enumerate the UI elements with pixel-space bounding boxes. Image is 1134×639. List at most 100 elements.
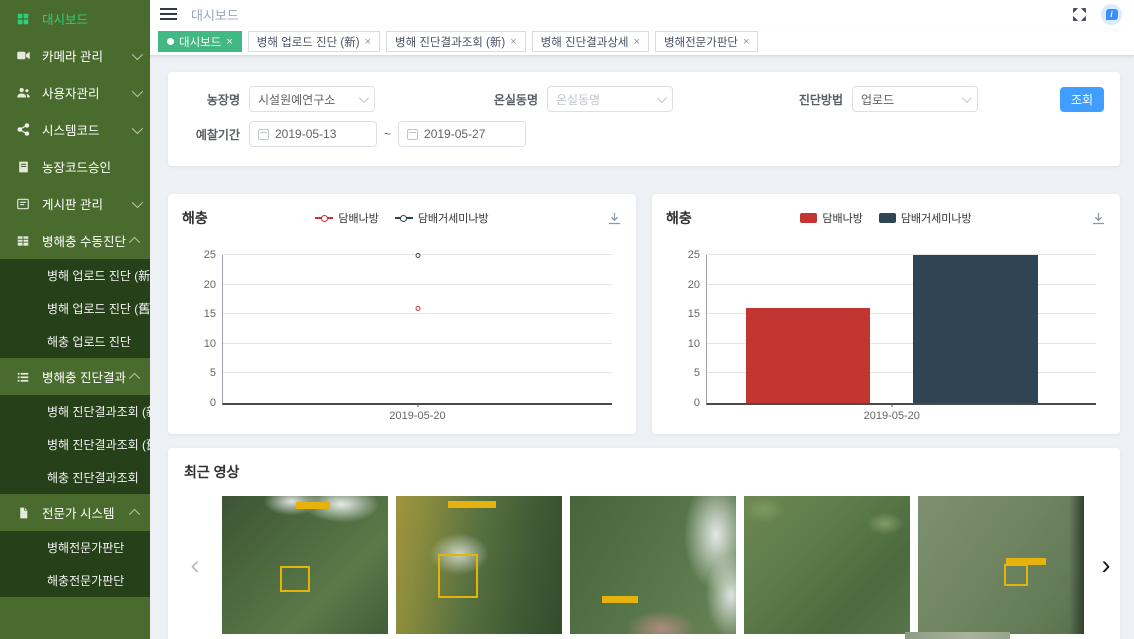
y-axis-tick: 0 [673, 397, 700, 409]
y-axis-tick: 20 [189, 279, 216, 291]
chevron-up-icon [129, 508, 140, 519]
sidebar-subitem-pest-upload[interactable]: 해충 업로드 진단 [0, 325, 150, 358]
tab-diagnosis-detail[interactable]: 병해 진단결과상세 × [532, 31, 649, 52]
download-icon[interactable] [607, 211, 622, 226]
legend-marker-icon [879, 213, 896, 223]
download-icon[interactable] [1091, 211, 1106, 226]
close-icon[interactable]: × [226, 36, 232, 48]
sidebar-item-label: 사용자관리 [42, 83, 100, 102]
legend-item[interactable]: 담배거세미나방 [395, 210, 489, 226]
data-point-담배나방[interactable] [415, 306, 420, 311]
sidebar-item-label: 농장코드승인 [42, 157, 111, 176]
crop-photo-2[interactable] [396, 496, 562, 634]
breadcrumb: 대시보드 [191, 5, 239, 24]
sidebar-item-user-management[interactable]: 사용자관리 [0, 74, 150, 111]
sidebar-item-system-code[interactable]: 시스템코드 [0, 111, 150, 148]
prev-arrow-icon[interactable]: ‹ [168, 496, 222, 634]
close-icon[interactable]: × [510, 36, 516, 48]
sidebar-subitem-pest-expert[interactable]: 해충전문가판단 [0, 564, 150, 597]
y-axis-tick: 5 [189, 367, 216, 379]
legend-marker-icon [315, 217, 333, 219]
chevron-down-icon [962, 93, 972, 103]
sidebar-subitem-disease-expert[interactable]: 병해전문가판단 [0, 531, 150, 564]
pest-scatter-chart-card: 해충 담배나방담배거세미나방 05101520252019-05-20 [168, 194, 636, 434]
recent-images-panel: 최근 영상 ‹ [168, 448, 1120, 639]
active-dot-icon [167, 38, 174, 45]
expert-system-icon [15, 505, 31, 521]
close-icon[interactable]: × [743, 36, 749, 48]
diagnosis-method-select[interactable]: 업로드 [852, 86, 978, 112]
tab-disease-upload-new[interactable]: 병해 업로드 진단 (新) × [248, 31, 380, 52]
close-icon[interactable]: × [365, 36, 371, 48]
legend-marker-icon [800, 213, 817, 223]
sidebar-item-label: 전문가 시스템 [42, 503, 114, 522]
chat-info-icon[interactable]: i [1101, 4, 1122, 25]
crop-photo-5[interactable] [918, 496, 1084, 634]
crop-photo-4[interactable] [744, 496, 910, 634]
main-area: 대시보드 i 대시보드 × 병해 업로드 진단 (新) × 병해 진단결과조회 … [150, 0, 1134, 639]
sidebar-submenu-diagnosis-results: 병해 진단결과조회 (新) 병해 진단결과조회 (舊) 해충 진단결과조회 [0, 395, 150, 494]
y-axis-tick: 10 [673, 338, 700, 350]
chevron-down-icon [132, 122, 143, 133]
y-axis-tick: 0 [189, 397, 216, 409]
tab-disease-expert[interactable]: 병해전문가판단 × [655, 31, 759, 52]
survey-period-label: 예찰기간 [184, 126, 240, 143]
dashboard-icon [15, 11, 31, 27]
sidebar-subitem-disease-results-new[interactable]: 병해 진단결과조회 (新) [0, 395, 150, 428]
hamburger-menu-icon[interactable] [160, 8, 177, 20]
crop-photo-1[interactable] [222, 496, 388, 634]
camera-icon [15, 48, 31, 64]
calendar-icon [258, 129, 269, 140]
sidebar-subitem-disease-upload-old[interactable]: 병해 업로드 진단 (舊) [0, 292, 150, 325]
tab-disease-results-new[interactable]: 병해 진단결과조회 (新) × [386, 31, 526, 52]
sidebar-subitem-disease-upload-new[interactable]: 병해 업로드 진단 (新) [0, 259, 150, 292]
y-axis-tick: 20 [673, 279, 700, 291]
calendar-icon [407, 129, 418, 140]
date-to-input[interactable]: 2019-05-27 [398, 121, 526, 147]
legend-item[interactable]: 담배거세미나방 [879, 210, 972, 226]
tab-dashboard[interactable]: 대시보드 × [158, 31, 242, 52]
chevron-down-icon [657, 93, 667, 103]
sidebar-submenu-manual-diagnosis: 병해 업로드 진단 (新) 병해 업로드 진단 (舊) 해충 업로드 진단 [0, 259, 150, 358]
sidebar-item-camera-management[interactable]: 카메라 관리 [0, 37, 150, 74]
topbar: 대시보드 i [150, 0, 1134, 28]
recent-images-title: 최근 영상 [168, 462, 1120, 482]
crop-photo-3[interactable] [570, 496, 736, 634]
chevron-down-icon [132, 85, 143, 96]
data-point-담배거세미나방[interactable] [415, 253, 420, 258]
chart-legend: 담배나방 담배거세미나방 [666, 210, 1106, 226]
chevron-up-icon [129, 372, 140, 383]
farm-name-select[interactable]: 시설원예연구소 [249, 86, 375, 112]
date-from-input[interactable]: 2019-05-13 [249, 121, 377, 147]
next-arrow-icon[interactable]: › [1084, 496, 1128, 634]
content: 농장명 시설원예연구소 온실동명 온실동명 진단방법 업로드 [150, 56, 1134, 639]
y-axis-tick: 5 [673, 367, 700, 379]
sidebar-item-label: 시스템코드 [42, 120, 100, 139]
diagnosis-method-label: 진단방법 [787, 91, 843, 108]
chevron-down-icon [132, 196, 143, 207]
sidebar-item-dashboard[interactable]: 대시보드 [0, 0, 150, 37]
close-icon[interactable]: × [634, 36, 640, 48]
sidebar-item-board-management[interactable]: 게시판 관리 [0, 185, 150, 222]
greenhouse-select[interactable]: 온실동명 [547, 86, 673, 112]
legend-item[interactable]: 담배나방 [315, 210, 378, 226]
sidebar-item-diagnosis-results[interactable]: 병해충 진단결과 [0, 358, 150, 395]
fullscreen-icon[interactable] [1071, 6, 1088, 23]
legend-item[interactable]: 담배나방 [800, 210, 862, 226]
board-manage-icon [15, 196, 31, 212]
image-carousel: ‹ [168, 496, 1120, 634]
bar-담배거세미나방[interactable] [913, 255, 1037, 403]
x-axis-label: 2019-05-20 [864, 410, 920, 422]
chart-legend: 담배나방 담배거세미나방 [182, 210, 622, 226]
search-button[interactable]: 조회 [1060, 87, 1104, 112]
sidebar-subitem-pest-results[interactable]: 해충 진단결과조회 [0, 461, 150, 494]
sidebar-subitem-disease-results-old[interactable]: 병해 진단결과조회 (舊) [0, 428, 150, 461]
y-axis-tick: 25 [189, 249, 216, 261]
diagnosis-results-icon [15, 369, 31, 385]
bar-담배나방[interactable] [746, 308, 870, 403]
sidebar-item-manual-diagnosis[interactable]: 병해충 수동진단 [0, 222, 150, 259]
sidebar-item-expert-system[interactable]: 전문가 시스템 [0, 494, 150, 531]
app-window: 대시보드 카메라 관리 사용자관리 시스템코드 [0, 0, 1134, 639]
sidebar-item-farm-code-approval[interactable]: 농장코드승인 [0, 148, 150, 185]
chevron-down-icon [132, 48, 143, 59]
